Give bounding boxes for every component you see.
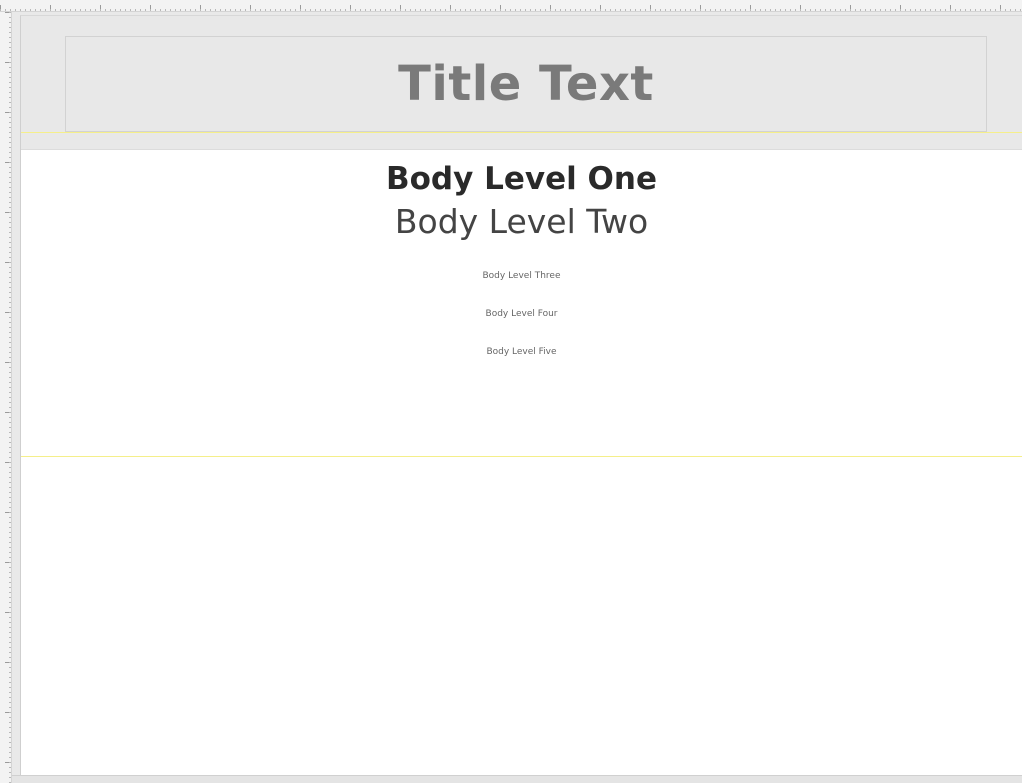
horizontal-ruler[interactable]: [0, 0, 1022, 12]
alignment-guide-bottom[interactable]: [21, 456, 1022, 457]
title-band: Title Text: [21, 16, 1022, 150]
body-level-one-text[interactable]: Body Level One: [21, 161, 1022, 197]
title-placeholder[interactable]: Title Text: [65, 36, 987, 132]
body-level-five-text[interactable]: Body Level Five: [21, 347, 1022, 357]
body-level-three-text[interactable]: Body Level Three: [21, 271, 1022, 281]
title-text[interactable]: Title Text: [398, 56, 654, 112]
vertical-ruler[interactable]: [0, 12, 12, 783]
status-strip: [12, 775, 1022, 783]
body-level-four-text[interactable]: Body Level Four: [21, 309, 1022, 319]
slide-canvas[interactable]: Title Text Body Level One Body Level Two…: [20, 15, 1022, 777]
alignment-guide-top[interactable]: [21, 132, 1022, 133]
body-level-two-text[interactable]: Body Level Two: [21, 202, 1022, 241]
slide-editor: Title Text Body Level One Body Level Two…: [0, 0, 1022, 783]
